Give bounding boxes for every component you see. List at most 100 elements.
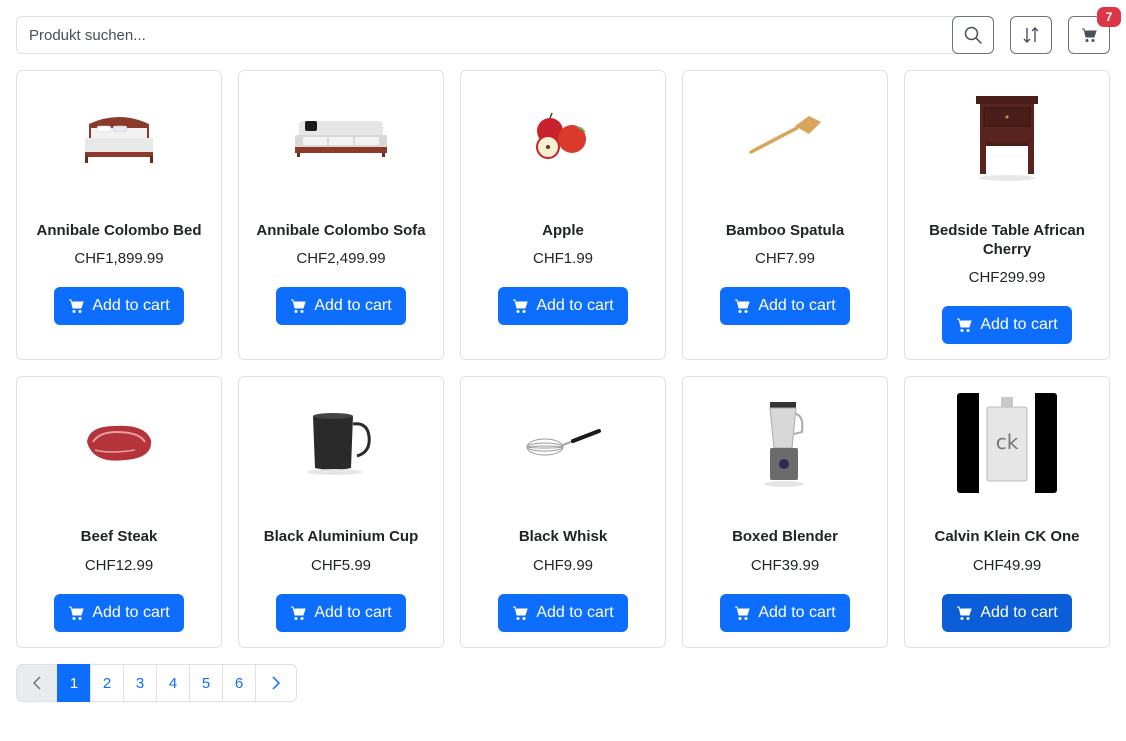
product-name: Boxed Blender: [732, 528, 838, 545]
cart-icon: [291, 299, 307, 313]
product-card: Apple CHF1.99 Add to cart: [460, 70, 666, 360]
pagination-page-4[interactable]: 4: [156, 664, 190, 702]
product-price: CHF5.99: [310, 557, 372, 574]
add-to-cart-label: Add to cart: [536, 297, 614, 314]
product-card: Beef Steak CHF12.99 Add to cart: [16, 376, 222, 648]
product-card: Black Aluminium Cup CHF5.99 Add to cart: [238, 376, 444, 648]
product-price: CHF49.99: [972, 557, 1042, 574]
product-name: Beef Steak: [80, 528, 158, 545]
cart-icon: [735, 299, 751, 313]
product-name: Bedside Table African Cherry: [929, 222, 1085, 258]
product-name: Black Aluminium Cup: [263, 528, 419, 545]
search-button[interactable]: [952, 16, 994, 54]
cart-icon: [735, 606, 751, 620]
product-image: [683, 87, 887, 187]
pagination-next[interactable]: [255, 664, 297, 702]
add-to-cart-button[interactable]: Add to cart: [276, 287, 406, 325]
product-image: [905, 87, 1109, 187]
add-to-cart-label: Add to cart: [758, 297, 836, 314]
product-name: Apple: [542, 222, 584, 239]
product-card: Boxed Blender CHF39.99 Add to cart: [682, 376, 888, 648]
product-image: [17, 87, 221, 187]
product-price: CHF39.99: [750, 557, 820, 574]
chevron-right-icon: [272, 676, 281, 690]
bedside-table-image: [976, 96, 1038, 181]
sofa-image: [295, 121, 387, 157]
product-price: CHF2,499.99: [296, 250, 386, 267]
add-to-cart-button[interactable]: Add to cart: [720, 594, 850, 632]
add-to-cart-label: Add to cart: [536, 604, 614, 621]
pagination-page-6[interactable]: 6: [222, 664, 256, 702]
add-to-cart-button[interactable]: Add to cart: [498, 594, 628, 632]
product-name: Annibale Colombo Bed: [36, 222, 202, 239]
pagination-page-1[interactable]: 1: [57, 664, 91, 702]
product-card: Annibale Colombo Sofa CHF2,499.99 Add to…: [238, 70, 444, 360]
add-to-cart-label: Add to cart: [980, 316, 1058, 333]
add-to-cart-button[interactable]: Add to cart: [942, 306, 1072, 344]
search-input[interactable]: [16, 16, 994, 54]
product-image: [461, 87, 665, 187]
chevron-left-icon: [32, 676, 41, 690]
add-to-cart-button[interactable]: Add to cart: [498, 287, 628, 325]
product-name: Black Whisk: [518, 528, 608, 545]
product-card: ck Calvin Klein CK One CHF49.99 Add to c…: [904, 376, 1110, 648]
apple-image: [536, 112, 586, 159]
product-price: CHF7.99: [754, 250, 816, 267]
product-image: [17, 393, 221, 493]
product-image: [683, 393, 887, 493]
add-to-cart-button[interactable]: Add to cart: [942, 594, 1072, 632]
add-to-cart-label: Add to cart: [314, 297, 392, 314]
cart-icon: [957, 318, 973, 332]
cart-icon: [957, 606, 973, 620]
product-price: CHF12.99: [84, 557, 154, 574]
pagination-page-3[interactable]: 3: [123, 664, 157, 702]
sort-button[interactable]: [1010, 16, 1052, 54]
add-to-cart-button[interactable]: Add to cart: [54, 287, 184, 325]
cup-image: [307, 413, 371, 475]
pagination: 1 2 3 4 5 6: [16, 664, 297, 702]
product-name: Calvin Klein CK One: [934, 528, 1080, 545]
toolbar: 7: [16, 7, 1121, 54]
svg-text:ck: ck: [996, 430, 1019, 454]
search-icon: [964, 26, 982, 44]
product-image: ck: [905, 393, 1109, 493]
product-card: Black Whisk CHF9.99 Add to cart: [460, 376, 666, 648]
product-image: [239, 393, 443, 493]
pagination-page-5[interactable]: 5: [189, 664, 223, 702]
add-to-cart-button[interactable]: Add to cart: [54, 594, 184, 632]
pagination-page-2[interactable]: 2: [90, 664, 124, 702]
steak-image: [87, 425, 152, 461]
product-card: Bedside Table African Cherry CHF299.99 A…: [904, 70, 1110, 360]
sort-arrows-icon: [1023, 27, 1039, 43]
spatula-image: [749, 116, 821, 154]
cart-icon: [513, 606, 529, 620]
product-price: CHF299.99: [968, 269, 1046, 286]
cart-icon: [69, 299, 85, 313]
pagination-prev[interactable]: [16, 664, 58, 702]
product-name: Bamboo Spatula: [725, 222, 845, 239]
product-card: Bamboo Spatula CHF7.99 Add to cart: [682, 70, 888, 360]
add-to-cart-button[interactable]: Add to cart: [276, 594, 406, 632]
product-price: CHF1,899.99: [74, 250, 164, 267]
blender-image: [764, 402, 804, 487]
cart-icon: [291, 606, 307, 620]
product-image: [461, 393, 665, 493]
product-price: CHF1.99: [532, 250, 594, 267]
perfume-image: ck: [957, 393, 1057, 493]
add-to-cart-label: Add to cart: [314, 604, 392, 621]
product-price: CHF9.99: [532, 557, 594, 574]
cart-icon: [513, 299, 529, 313]
cart-icon: [69, 606, 85, 620]
product-card: Annibale Colombo Bed CHF1,899.99 Add to …: [16, 70, 222, 360]
add-to-cart-button[interactable]: Add to cart: [720, 287, 850, 325]
whisk-image: [526, 429, 601, 456]
add-to-cart-label: Add to cart: [758, 604, 836, 621]
add-to-cart-label: Add to cart: [92, 604, 170, 621]
add-to-cart-label: Add to cart: [92, 297, 170, 314]
bed-image: [85, 117, 153, 163]
add-to-cart-label: Add to cart: [980, 604, 1058, 621]
product-image: [239, 87, 443, 187]
product-name: Annibale Colombo Sofa: [256, 222, 426, 239]
cart-icon: [1082, 28, 1097, 42]
cart-count-badge: 7: [1097, 7, 1121, 27]
